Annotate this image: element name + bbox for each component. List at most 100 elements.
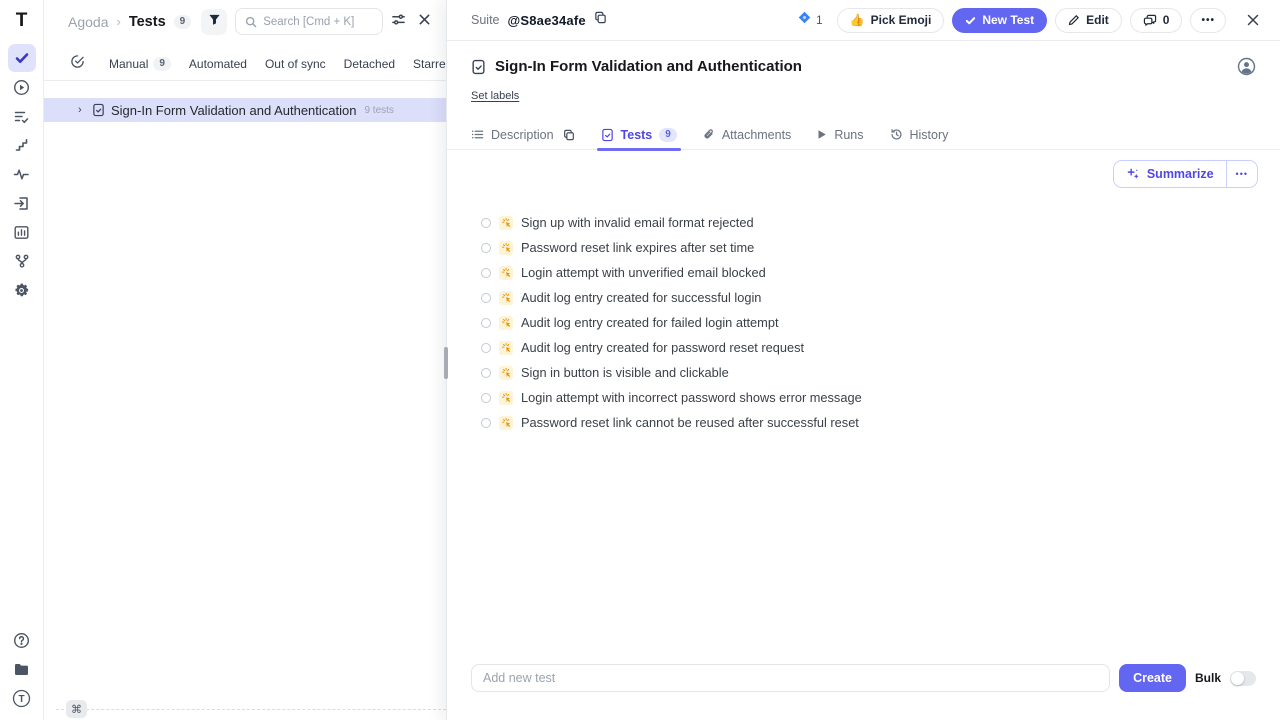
brand-circle-icon: T [12, 689, 31, 708]
filter-tab-automated[interactable]: Automated [189, 57, 247, 71]
filter-tab-detached[interactable]: Detached [344, 57, 395, 71]
sliders-icon [391, 12, 406, 32]
rail-item-plans[interactable] [8, 102, 36, 130]
test-row[interactable]: Audit log entry created for failed login… [481, 310, 1256, 335]
test-select-radio[interactable] [481, 268, 491, 278]
manual-count-badge: 9 [153, 57, 171, 71]
ellipsis-icon: ••• [1236, 169, 1248, 179]
test-title: Password reset link cannot be reused aft… [521, 415, 859, 430]
copy-suite-id-button[interactable] [594, 11, 607, 29]
gem-counter[interactable]: 1 [798, 11, 823, 29]
view-settings-button[interactable] [391, 12, 406, 32]
filter-button[interactable] [201, 9, 227, 35]
test-row[interactable]: Audit log entry created for successful l… [481, 285, 1256, 310]
rail-item-runs[interactable] [8, 73, 36, 101]
panel-resize-handle[interactable] [444, 347, 448, 379]
summarize-button-group: Summarize ••• [1113, 160, 1258, 188]
tab-tests-label: Tests [621, 128, 653, 142]
test-select-radio[interactable] [481, 393, 491, 403]
tab-tests-count-badge: 9 [659, 128, 677, 142]
test-select-radio[interactable] [481, 318, 491, 328]
detail-titlebar: Sign-In Form Validation and Authenticati… [447, 41, 1280, 76]
test-row[interactable]: Sign in button is visible and clickable [481, 360, 1256, 385]
tab-description[interactable]: Description [471, 120, 575, 150]
copy-description-button[interactable] [563, 129, 575, 141]
filter-tab-out-of-sync[interactable]: Out of sync [265, 57, 326, 71]
set-labels-link[interactable]: Set labels [471, 90, 519, 102]
play-circle-icon [13, 79, 30, 96]
summarize-more-button[interactable]: ••• [1226, 161, 1257, 187]
check-icon [965, 15, 976, 26]
new-test-button[interactable]: New Test [952, 8, 1047, 33]
app-logo[interactable]: T [16, 10, 28, 32]
search-input[interactable]: Search [Cmd + K] [235, 8, 383, 35]
tab-description-label: Description [491, 128, 554, 142]
rail-item-steps[interactable] [8, 131, 36, 159]
search-icon [245, 16, 257, 28]
test-select-radio[interactable] [481, 218, 491, 228]
rail-item-tests[interactable] [8, 44, 36, 72]
comments-button[interactable]: 0 [1130, 8, 1183, 33]
suite-tree-row[interactable]: › Sign-In Form Validation and Authentica… [44, 98, 446, 122]
test-title: Sign in button is visible and clickable [521, 365, 729, 380]
manual-test-icon [499, 216, 513, 230]
rail-item-account[interactable]: T [8, 684, 36, 712]
tab-tests[interactable]: Tests 9 [601, 120, 677, 150]
pick-emoji-button[interactable]: 👍 Pick Emoji [837, 8, 945, 33]
breadcrumb-section: Tests [129, 14, 166, 30]
close-panel-button[interactable] [1240, 11, 1266, 29]
rail-item-analytics[interactable] [8, 218, 36, 246]
breadcrumb-project[interactable]: Agoda [68, 14, 108, 30]
test-select-radio[interactable] [481, 293, 491, 303]
manual-test-icon [499, 266, 513, 280]
summarize-button[interactable]: Summarize [1114, 161, 1226, 187]
detail-header: Suite @S8ae34afe 1 👍 Pick Emoji New Test [447, 0, 1280, 41]
rail-item-import[interactable] [8, 189, 36, 217]
entity-type-label: Suite [471, 13, 500, 27]
login-box-icon [13, 195, 30, 212]
rail-item-settings[interactable] [8, 276, 36, 304]
test-select-radio[interactable] [481, 343, 491, 353]
rail-item-projects[interactable] [8, 655, 36, 683]
test-row[interactable]: Sign up with invalid email format reject… [481, 210, 1256, 235]
bulk-mode-label: Bulk [1195, 671, 1221, 685]
close-search-button[interactable] [418, 13, 431, 31]
test-select-radio[interactable] [481, 368, 491, 378]
manual-test-icon [499, 291, 513, 305]
rail-item-pulse[interactable] [8, 160, 36, 188]
test-row[interactable]: Login attempt with unverified email bloc… [481, 260, 1256, 285]
create-test-button[interactable]: Create [1119, 664, 1186, 692]
pick-emoji-label: Pick Emoji [871, 13, 932, 27]
new-test-label: New Test [982, 13, 1034, 27]
manual-test-icon [499, 416, 513, 430]
test-select-radio[interactable] [481, 418, 491, 428]
chevron-right-icon[interactable]: › [78, 104, 86, 116]
select-all-button[interactable] [70, 54, 85, 74]
tests-tree-panel: Agoda › Tests 9 Search [Cmd + K] [44, 0, 446, 720]
test-title: Audit log entry created for password res… [521, 340, 804, 355]
list-check-icon [13, 108, 30, 125]
bulk-mode-toggle[interactable] [1230, 671, 1256, 686]
tab-attachments[interactable]: Attachments [703, 120, 791, 150]
toggle-knob [1231, 672, 1244, 685]
assignee-avatar-icon[interactable] [1237, 57, 1256, 76]
test-row[interactable]: Password reset link cannot be reused aft… [481, 410, 1256, 435]
filter-tabs-row: Manual 9 Automated Out of sync Detached … [44, 47, 446, 81]
manual-test-icon [499, 341, 513, 355]
rail-item-help[interactable] [8, 626, 36, 654]
test-row[interactable]: Audit log entry created for password res… [481, 335, 1256, 360]
add-new-test-input[interactable] [471, 664, 1110, 692]
test-row[interactable]: Password reset link expires after set ti… [481, 235, 1256, 260]
test-select-radio[interactable] [481, 243, 491, 253]
tab-runs[interactable]: Runs [817, 120, 863, 150]
filter-tab-manual[interactable]: Manual 9 [109, 57, 171, 71]
bar-chart-icon [13, 224, 30, 241]
edit-button[interactable]: Edit [1055, 8, 1122, 33]
tab-history[interactable]: History [890, 120, 949, 150]
rail-item-branches[interactable] [8, 247, 36, 275]
list-icon [471, 128, 484, 141]
more-actions-button[interactable]: ••• [1190, 8, 1226, 33]
test-row[interactable]: Login attempt with incorrect password sh… [481, 385, 1256, 410]
history-clock-icon [890, 128, 903, 141]
tab-history-label: History [910, 128, 949, 142]
